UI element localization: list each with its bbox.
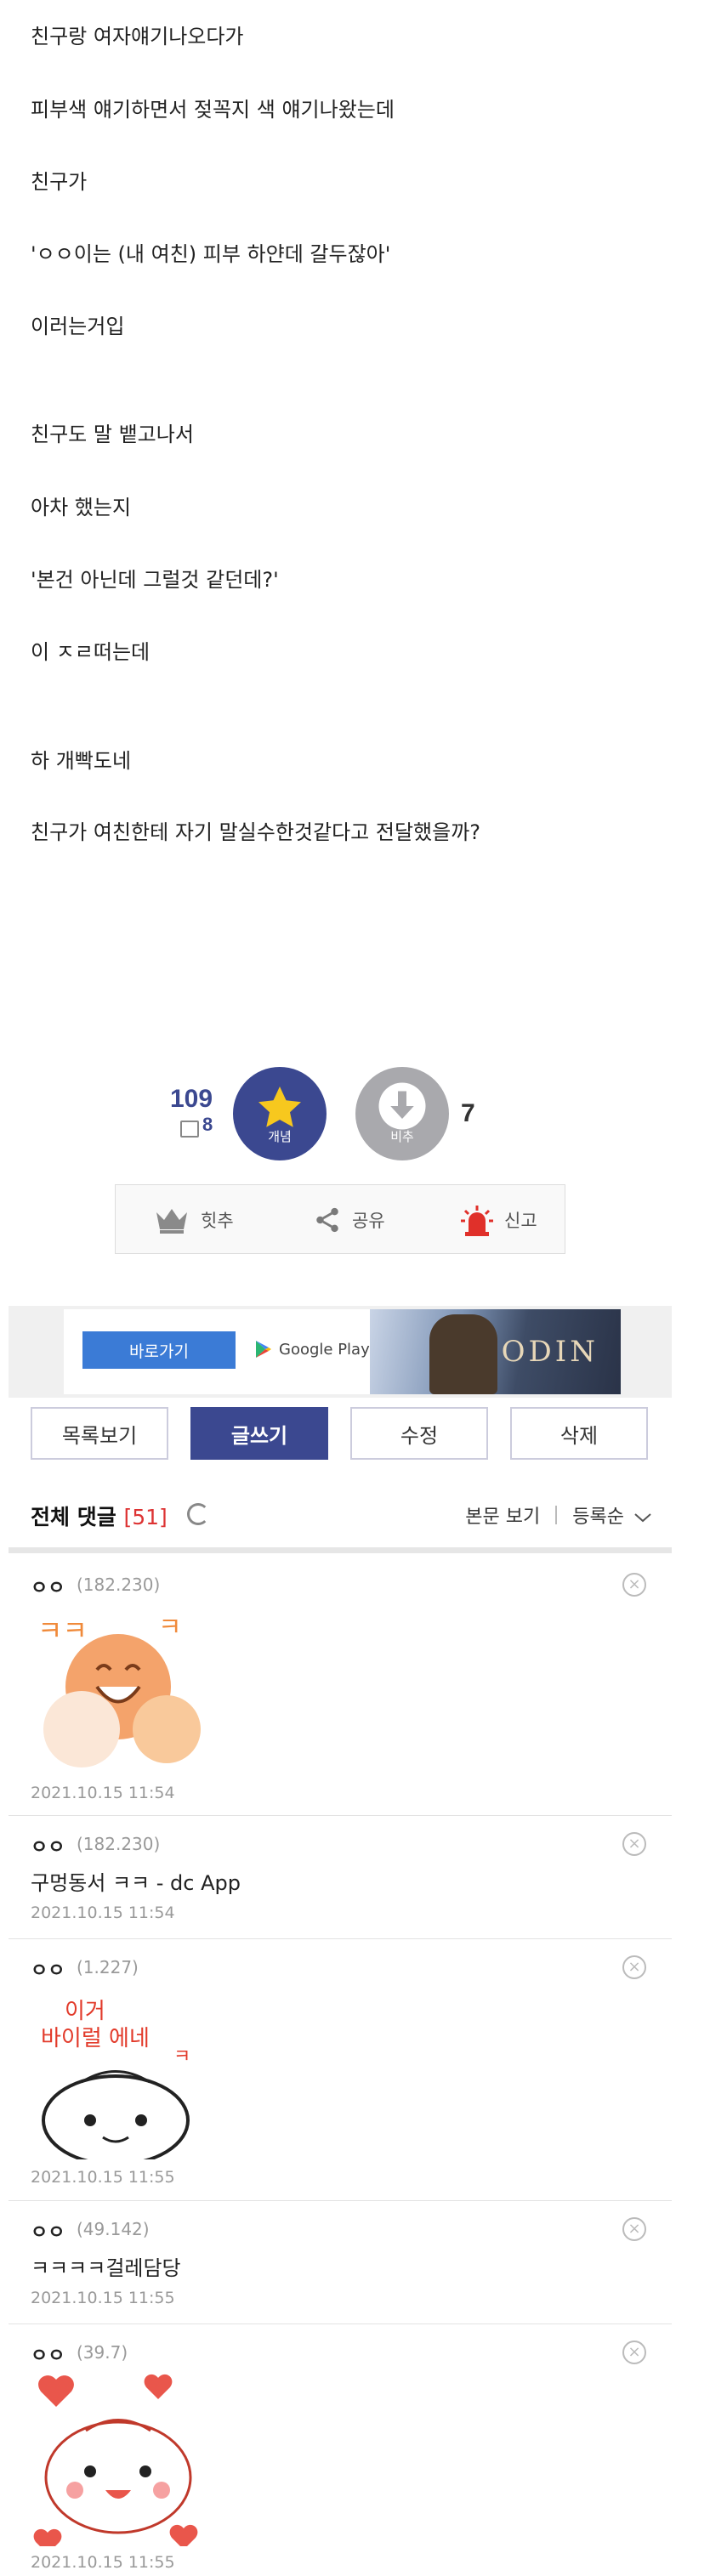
comment-ip: (182.230) (77, 1575, 161, 1595)
fixed-user-icon (180, 1121, 199, 1138)
report-label: 신고 (504, 1211, 537, 1231)
sticker-caption: 바이럴 에네 (41, 2026, 150, 2051)
comment-nickname: ㅇㅇ (31, 1578, 65, 1599)
downvote-label: 비추 (390, 1129, 414, 1144)
comment-item: ㅇㅇ (182.230) × 구멍동서 ㅋㅋ - dc App 2021.10.… (9, 1815, 672, 1939)
comment-date: 2021.10.15 11:55 (31, 2289, 175, 2307)
comment-item: ㅇㅇ (182.230) × ㅋㅋ ㅋ 2021.10.15 11:54 (9, 1556, 672, 1816)
chevron-down-icon (634, 1513, 651, 1523)
upvote-label: 개념 (268, 1129, 292, 1144)
comment-item: ㅇㅇ (1.227) × 이거 바이럴 에네 ㅋ 2021.10.15 11:5… (9, 1938, 672, 2201)
ad-game-image: ODIN (370, 1309, 621, 1394)
recommend-label: 힛추 (201, 1211, 234, 1231)
svg-text:ㅋㅋ: ㅋㅋ (37, 1614, 88, 1647)
post-line: 친구가 (31, 170, 88, 194)
comment-ip: (49.142) (77, 2219, 150, 2239)
laughing-dumpling-sticker: ㅋㅋ ㅋ (31, 1602, 206, 1777)
star-icon (258, 1087, 301, 1127)
svg-text:ㅋ: ㅋ (158, 1613, 182, 1643)
post-line: 아차 했는지 (31, 496, 132, 519)
sticker-caption: ㅋ (173, 2046, 190, 2068)
comment-delete-button[interactable]: × (622, 1955, 646, 1979)
list-button[interactable]: 목록보기 (31, 1407, 168, 1460)
comment-ip: (39.7) (77, 2342, 128, 2363)
recommend-button[interactable]: 힛추 (153, 1185, 234, 1255)
comments-title: 전체 댓글 [51] (31, 1501, 168, 1531)
upvote-count: 109 (170, 1085, 213, 1113)
siren-icon (461, 1206, 493, 1236)
sort-dropdown[interactable]: 등록순 (572, 1501, 652, 1529)
comments-title-text: 전체 댓글 (31, 1505, 116, 1529)
comment-date: 2021.10.15 11:54 (31, 1904, 175, 1922)
sort-label: 등록순 (572, 1506, 624, 1528)
comment-delete-button[interactable]: × (622, 2341, 646, 2364)
comment-date: 2021.10.15 11:54 (31, 1784, 175, 1802)
comment-text: ㅋㅋㅋㅋ걸레담당 (31, 2256, 181, 2280)
arrow-down-icon (378, 1082, 426, 1130)
edit-button[interactable]: 수정 (350, 1407, 488, 1460)
post-line: 이 ㅈㄹ떠는데 (31, 640, 151, 664)
post-line: 친구랑 여자얘기나오다가 (31, 25, 244, 48)
post-line: 하 개빡도네 (31, 749, 132, 773)
ad-game-logo: ODIN (501, 1335, 599, 1369)
downvote-count: 7 (461, 1099, 475, 1127)
comment-delete-button[interactable]: × (622, 2217, 646, 2241)
upvote-button[interactable]: 개념 (233, 1067, 327, 1160)
hearts-dumpling-sticker (31, 2371, 206, 2546)
delete-button[interactable]: 삭제 (510, 1407, 648, 1460)
post-line: 친구도 말 뱉고나서 (31, 423, 194, 446)
comment-date: 2021.10.15 11:55 (31, 2168, 175, 2187)
comment-nickname: ㅇㅇ (31, 2222, 65, 2244)
post-line: 이러는거입 (31, 315, 125, 338)
crown-icon (156, 1209, 187, 1234)
sticker-caption: 이거 (65, 1999, 105, 2024)
ad-content[interactable]: 바로가기 Google Play ODIN (64, 1309, 621, 1394)
post-action-bar: 힛추 공유 신고 (115, 1184, 565, 1254)
write-button[interactable]: 글쓰기 (190, 1407, 328, 1460)
view-post-button[interactable]: 본문 보기 (465, 1501, 540, 1529)
dumpling-sticker: 이거 바이럴 에네 ㅋ (31, 1984, 206, 2159)
post-line: 'ㅇㅇ이는 (내 여친) 피부 하얀데 갈두잖아' (31, 242, 391, 266)
share-icon (316, 1207, 338, 1233)
comment-nickname: ㅇㅇ (31, 1837, 65, 1858)
comment-nickname: ㅇㅇ (31, 1960, 65, 1982)
comment-item: ㅇㅇ (39.7) × 2021.10.15 11:55 (9, 2324, 672, 2576)
comment-ip: (1.227) (77, 1957, 139, 1977)
fixed-upvote-count: 8 (202, 1114, 213, 1135)
google-play-icon (256, 1341, 271, 1358)
comment-delete-button[interactable]: × (622, 1573, 646, 1597)
report-button[interactable]: 신고 (460, 1185, 537, 1255)
refresh-icon[interactable] (187, 1503, 209, 1525)
comment-text: 구멍동서 ㅋㅋ - dc App (31, 1871, 241, 1895)
comments-divider (9, 1547, 672, 1553)
comment-options: 본문 보기 등록순 (465, 1501, 652, 1529)
comment-delete-button[interactable]: × (622, 1832, 646, 1856)
comment-nickname: ㅇㅇ (31, 2346, 65, 2367)
comment-item: ㅇㅇ (49.142) × ㅋㅋㅋㅋ걸레담당 2021.10.15 11:55 (9, 2200, 672, 2324)
downvote-button[interactable]: 비추 (355, 1067, 449, 1160)
post-line: '본건 아닌데 그럴것 같던데?' (31, 568, 279, 592)
comments-count: [51] (123, 1505, 168, 1529)
google-play-label: Google Play (279, 1340, 370, 1359)
ad-cta-button[interactable]: 바로가기 (82, 1331, 236, 1369)
options-divider (555, 1506, 558, 1524)
ad-banner[interactable]: 바로가기 Google Play ODIN (9, 1306, 672, 1398)
post-line: 피부색 얘기하면서 젖꼭지 색 얘기나왔는데 (31, 98, 395, 122)
comment-ip: (182.230) (77, 1834, 161, 1854)
comment-date: 2021.10.15 11:55 (31, 2553, 175, 2572)
google-play-badge: Google Play (255, 1340, 370, 1359)
share-label: 공유 (352, 1211, 385, 1231)
ad-warrior-figure (429, 1314, 497, 1394)
post-line: 친구가 여친한테 자기 말실수한것같다고 전달했을까? (31, 820, 481, 844)
share-button[interactable]: 공유 (313, 1185, 385, 1255)
